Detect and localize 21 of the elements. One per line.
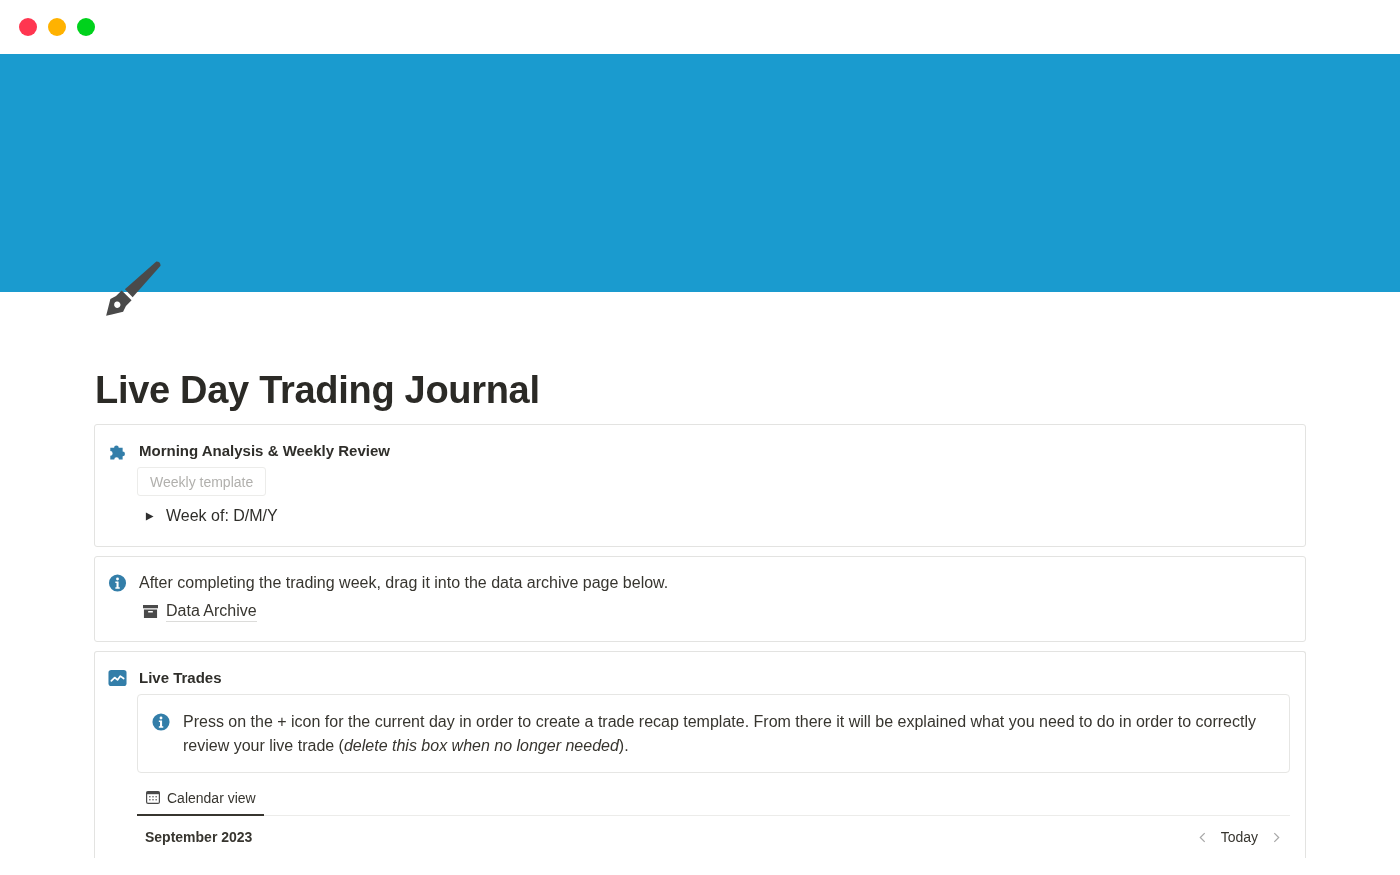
- info-icon: [152, 713, 170, 731]
- window-control-button[interactable]: [19, 18, 37, 36]
- chevron-left-icon: [1198, 831, 1206, 843]
- line-chart-icon: [108, 669, 127, 687]
- calendar-icon: [146, 791, 160, 804]
- toggle-block[interactable]: Week of: D/M/Y: [137, 504, 278, 528]
- view-tab[interactable]: Calendar view: [137, 781, 264, 816]
- section-heading: Live Trades: [139, 668, 222, 688]
- section-heading: Morning Analysis & Weekly Review: [139, 441, 390, 461]
- page-link[interactable]: Data Archive: [137, 599, 257, 623]
- info-icon: [108, 574, 127, 592]
- note-text: After completing the trading week, drag it into the data archive page below.: [139, 573, 669, 593]
- month-label: September 2023: [145, 829, 253, 845]
- window-control-button[interactable]: [77, 18, 95, 36]
- today-button[interactable]: Today: [1214, 829, 1264, 845]
- callout-text: Press on the + icon for the current day in order to create a trade recap template. From there it will be explained what you need to do in order to correctly review your live trade (delete this box when no longer needed).: [183, 712, 1257, 756]
- window-control-button[interactable]: [48, 18, 66, 36]
- chevron-right-icon: [1273, 831, 1280, 843]
- page-title: Live Day Trading Journal: [95, 368, 540, 413]
- fountain-pen-icon: [103, 259, 163, 319]
- archive-box-icon: [143, 603, 158, 619]
